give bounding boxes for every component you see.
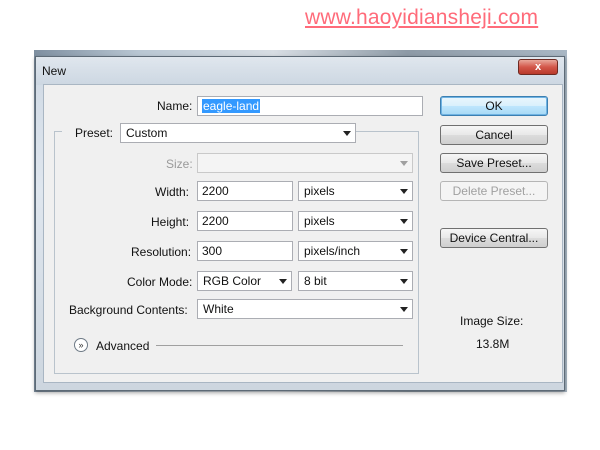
color-mode-select[interactable]: RGB Color [197, 271, 292, 291]
height-label: Height: [151, 215, 190, 229]
size-select[interactable] [197, 153, 413, 173]
title-bar[interactable]: New x [36, 57, 564, 85]
height-input-value: 2200 [202, 214, 229, 228]
resolution-label: Resolution: [131, 245, 192, 259]
height-input[interactable]: 2200 [197, 211, 293, 231]
width-input[interactable]: 2200 [197, 181, 293, 201]
color-mode-value: RGB Color [203, 274, 262, 288]
chevron-down-icon [279, 279, 287, 284]
height-unit-select[interactable]: pixels [298, 211, 413, 231]
background-contents-value: White [203, 302, 234, 316]
bit-depth-select[interactable]: 8 bit [298, 271, 413, 291]
resolution-unit-select[interactable]: pixels/inch [298, 241, 413, 261]
image-size-value: 13.8M [476, 337, 510, 351]
background-contents-select[interactable]: White [197, 299, 413, 319]
width-unit-select[interactable]: pixels [298, 181, 413, 201]
chevron-down-icon [400, 249, 408, 254]
background-contents-label: Background Contents: [69, 303, 188, 317]
chevron-down-icon [343, 131, 351, 136]
width-input-value: 2200 [202, 184, 229, 198]
name-input[interactable]: eagle-land [197, 96, 423, 116]
resolution-unit-value: pixels/inch [304, 244, 361, 258]
advanced-divider [156, 345, 403, 346]
preset-select-value: Custom [126, 126, 168, 140]
width-unit-value: pixels [304, 184, 335, 198]
close-button[interactable]: x [518, 59, 558, 75]
chevron-down-icon [400, 189, 408, 194]
chevron-down-icon [400, 161, 408, 166]
chevron-down-icon [400, 219, 408, 224]
ok-button[interactable]: OK [440, 96, 548, 116]
dialog-title: New [42, 64, 67, 78]
resolution-input-value: 300 [202, 244, 223, 258]
watermark-text: www.haoyidiansheji.com [305, 6, 539, 29]
advanced-label[interactable]: Advanced [96, 339, 149, 353]
color-mode-label: Color Mode: [127, 275, 193, 289]
cancel-button[interactable]: Cancel [440, 125, 548, 145]
chevron-double-down-icon[interactable]: » [74, 338, 88, 352]
name-label: Name: [157, 99, 193, 113]
size-label: Size: [166, 157, 193, 171]
preset-label: Preset: [75, 126, 114, 140]
preset-select[interactable]: Custom [120, 123, 356, 143]
save-preset-button[interactable]: Save Preset... [440, 153, 548, 173]
bit-depth-value: 8 bit [304, 274, 327, 288]
chevron-down-icon [400, 307, 408, 312]
image-size-label: Image Size: [460, 314, 524, 328]
resolution-input[interactable]: 300 [197, 241, 293, 261]
device-central-button[interactable]: Device Central... [440, 228, 548, 248]
name-input-value: eagle-land [202, 99, 261, 113]
chevron-down-icon [400, 279, 408, 284]
width-label: Width: [155, 185, 190, 199]
close-icon: x [534, 61, 542, 73]
height-unit-value: pixels [304, 214, 335, 228]
delete-preset-button[interactable]: Delete Preset... [440, 181, 548, 201]
